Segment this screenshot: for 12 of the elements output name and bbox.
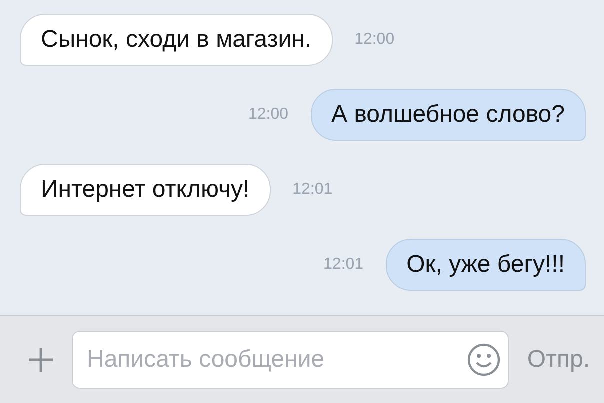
message-time: 12:01: [324, 256, 364, 274]
message-bubble: Сынок, сходи в магазин.: [20, 14, 333, 66]
message-time: 12:01: [292, 181, 333, 199]
message-bubble: А волшебное слово?: [310, 89, 586, 141]
message-time: 12:00: [354, 31, 395, 49]
send-button[interactable]: Отпр.: [527, 346, 590, 374]
message-bubble: Ок, уже бегу!!!: [386, 239, 586, 291]
add-icon[interactable]: [28, 346, 54, 372]
message-time: 12:00: [248, 106, 289, 124]
smiley-icon[interactable]: [467, 342, 502, 376]
message-input-field[interactable]: Написать сообщение: [72, 330, 510, 388]
message-bubble: Интернет отключу!: [20, 164, 271, 216]
